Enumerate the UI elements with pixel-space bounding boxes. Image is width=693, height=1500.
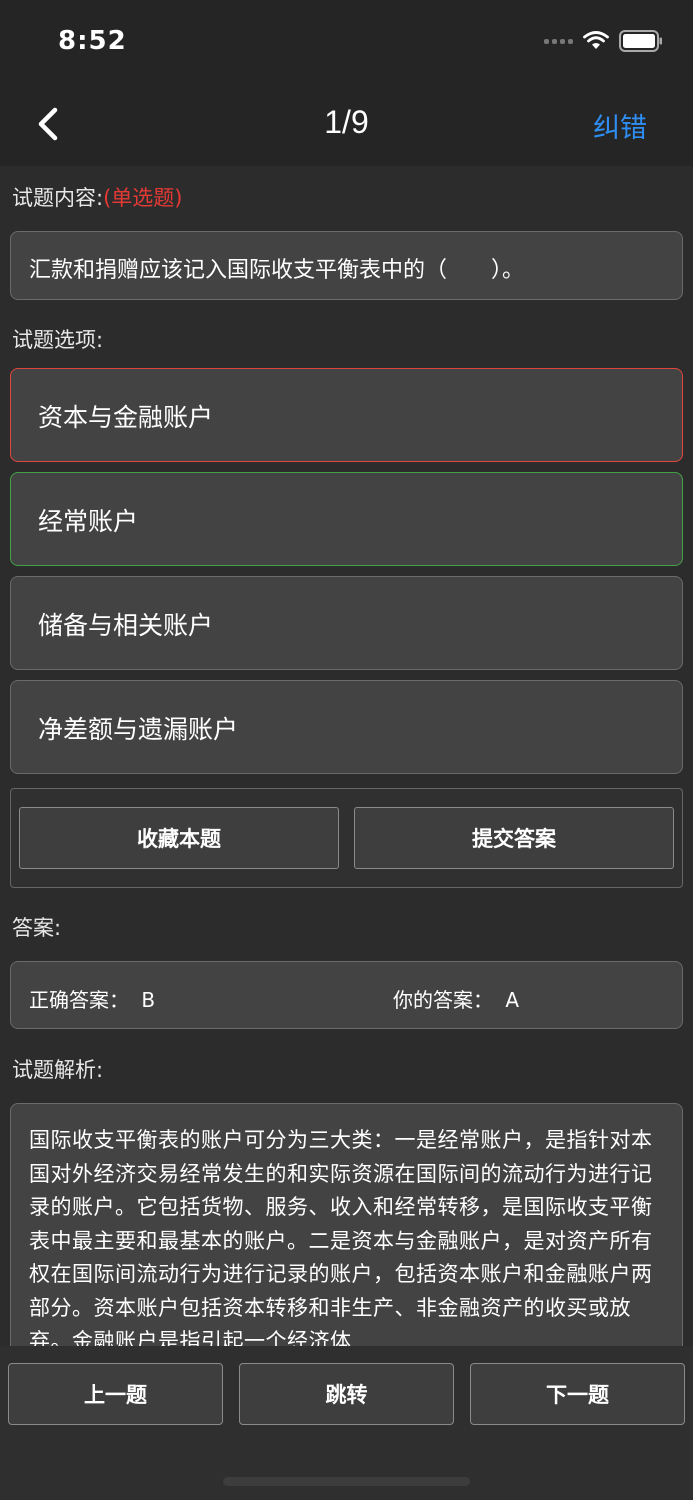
jump-button[interactable]: 跳转 bbox=[239, 1363, 454, 1425]
submit-answer-button[interactable]: 提交答案 bbox=[354, 807, 674, 869]
status-time: 8:52 bbox=[58, 26, 127, 56]
option-b[interactable]: 经常账户 bbox=[10, 472, 683, 566]
next-question-button[interactable]: 下一题 bbox=[470, 1363, 685, 1425]
your-answer-value: A bbox=[505, 988, 520, 1012]
prev-question-button[interactable]: 上一题 bbox=[8, 1363, 223, 1425]
navigation-bar: 1/9 纠错 bbox=[0, 84, 693, 166]
signal-icon bbox=[544, 38, 573, 44]
wifi-icon bbox=[583, 31, 609, 49]
option-label: 储备与相关账户 bbox=[38, 611, 214, 640]
answer-box: 正确答案： B 你的答案： A bbox=[10, 961, 683, 1029]
option-label: 净差额与遗漏账户 bbox=[38, 715, 239, 744]
option-d[interactable]: 净差额与遗漏账户 bbox=[10, 680, 683, 774]
analysis-text: 国际收支平衡表的账户可分为三大类：一是经常账户，是指针对本国对外经济交易经常发生… bbox=[29, 1128, 653, 1353]
action-panel: 收藏本题 提交答案 bbox=[10, 788, 683, 888]
options-section-label: 试题选项: bbox=[12, 328, 104, 352]
option-a[interactable]: 资本与金融账户 bbox=[10, 368, 683, 462]
report-error-button[interactable]: 纠错 bbox=[593, 106, 647, 145]
your-answer-label: 你的答案： bbox=[393, 988, 493, 1012]
favorite-button[interactable]: 收藏本题 bbox=[19, 807, 339, 869]
answer-section-label: 答案: bbox=[12, 916, 62, 940]
correct-answer: 正确答案： B bbox=[29, 984, 155, 1013]
question-label: 试题内容: bbox=[12, 186, 104, 210]
analysis-section-label: 试题解析: bbox=[12, 1058, 104, 1082]
option-c[interactable]: 储备与相关账户 bbox=[10, 576, 683, 670]
home-indicator bbox=[223, 1477, 470, 1486]
question-text: 汇款和捐赠应该记入国际收支平衡表中的（ ）。 bbox=[29, 258, 525, 283]
question-box: 汇款和捐赠应该记入国际收支平衡表中的（ ）。 bbox=[10, 231, 683, 300]
correct-answer-value: B bbox=[141, 988, 156, 1012]
option-label: 经常账户 bbox=[38, 507, 139, 536]
question-type-tag: (单选题) bbox=[103, 186, 183, 210]
question-section-label: 试题内容:(单选题) bbox=[12, 182, 182, 212]
your-answer: 你的答案： A bbox=[393, 984, 519, 1013]
status-icons bbox=[544, 30, 663, 52]
correct-answer-label: 正确答案： bbox=[29, 988, 129, 1012]
option-label: 资本与金融账户 bbox=[38, 403, 214, 432]
battery-icon bbox=[619, 30, 662, 52]
status-bar: 8:52 bbox=[0, 0, 693, 84]
page-title: 1/9 bbox=[324, 104, 369, 140]
